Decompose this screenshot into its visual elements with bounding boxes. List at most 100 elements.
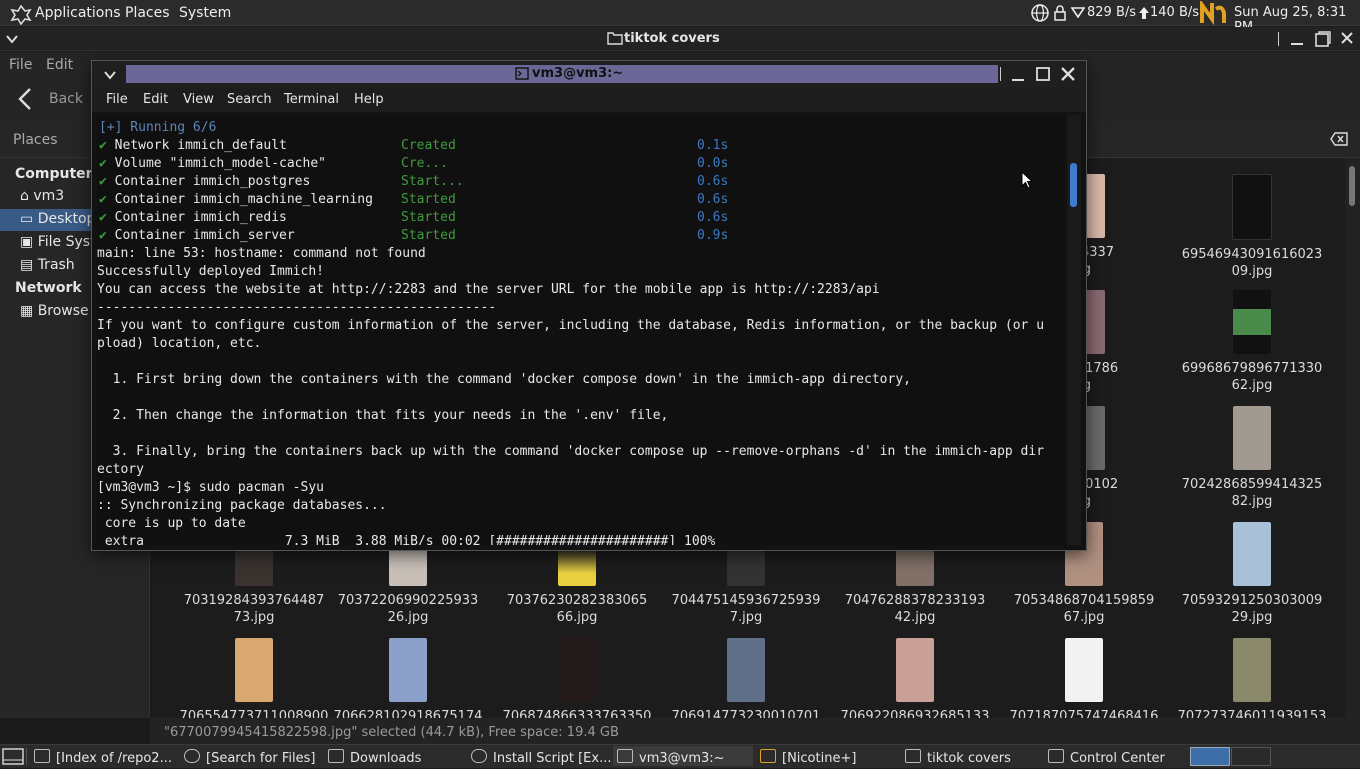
task-install-script[interactable]: Install Script [Ex...	[471, 749, 611, 766]
output-line: ----------------------------------------…	[97, 300, 497, 315]
fm-menu-file[interactable]: File	[9, 57, 32, 73]
term-menu-search[interactable]: Search	[227, 92, 272, 107]
back-button[interactable]: Back	[49, 91, 83, 107]
file-item[interactable]: 70593291250303009 29.jpg	[1167, 522, 1337, 626]
file-name: 69546943091616023 09.jpg	[1181, 247, 1323, 279]
container-line: ✔ Container immich_redis	[99, 210, 287, 225]
net-up-rate: 140 B/s	[1150, 5, 1200, 20]
task-terminal[interactable]: vm3@vm3:~	[613, 746, 753, 766]
maximize-icon[interactable]	[1315, 31, 1331, 51]
nicotine-tray-icon[interactable]	[1200, 0, 1228, 29]
close-icon[interactable]	[1340, 31, 1354, 49]
terminal-titlebar[interactable]: vm3@vm3:~	[92, 61, 1086, 87]
terminal-scrollbar[interactable]	[1067, 115, 1081, 545]
minimize-icon[interactable]	[1290, 32, 1304, 50]
task-search-for-files[interactable]: [Search for Files]	[184, 749, 315, 766]
output-line: main: line 53: hostname: command not fou…	[97, 246, 426, 261]
clear-location-icon[interactable]	[1330, 132, 1348, 150]
file-thumbnail	[896, 638, 934, 702]
task-tiktok-covers[interactable]: tiktok covers	[905, 749, 1011, 766]
sidebar-item-label: vm3	[33, 188, 65, 204]
upload-arrow-icon	[1138, 6, 1150, 24]
top-panel: Applications Places System 829 B/s 140 B…	[0, 0, 1360, 35]
app-icon	[471, 749, 487, 763]
show-desktop-icon[interactable]	[2, 748, 24, 769]
file-thumbnail	[727, 638, 765, 702]
fm-menu-edit[interactable]: Edit	[46, 57, 73, 73]
file-item[interactable]: 69968679896771330 62.jpg	[1167, 290, 1337, 394]
minimize-icon[interactable]	[1011, 68, 1025, 86]
menu-system[interactable]: System	[179, 5, 231, 21]
file-grid-scrollbar[interactable]	[1345, 158, 1360, 718]
file-item[interactable]: 707273746011939153	[1167, 638, 1337, 718]
output-line: 3. Finally, bring the containers back up…	[97, 444, 1045, 459]
folder-icon	[607, 31, 623, 49]
maximize-icon[interactable]	[1036, 67, 1050, 85]
file-name: 704475145936725939 7.jpg	[671, 593, 821, 625]
control-center-icon	[1048, 749, 1064, 763]
output-line: ectory	[97, 462, 144, 477]
term-menu-file[interactable]: File	[106, 92, 128, 107]
file-manager-titlebar[interactable]: tiktok covers	[0, 27, 1360, 51]
file-item[interactable]: 706914773230010701	[661, 638, 831, 718]
drive-icon: ▣	[20, 234, 34, 250]
terminal-window[interactable]: vm3@vm3:~ File Edit View Search Terminal…	[91, 60, 1087, 551]
taskbar: [Index of /repo2... [Search for Files] D…	[0, 744, 1360, 768]
file-item[interactable]: 706874866333763350	[492, 638, 662, 718]
file-item[interactable]: 70242868599414325 82.jpg	[1167, 406, 1337, 510]
window-menu-chevron-icon[interactable]	[104, 69, 116, 84]
file-item[interactable]: 706628102918675174	[323, 638, 493, 718]
workspace-2[interactable]	[1231, 747, 1271, 766]
wifi-icon[interactable]	[1070, 6, 1086, 22]
task-downloads[interactable]: Downloads	[328, 749, 421, 766]
task-control-center[interactable]: Control Center	[1048, 749, 1165, 766]
file-thumbnail	[389, 638, 427, 702]
file-thumbnail	[1233, 638, 1271, 702]
container-status: Created	[401, 138, 456, 153]
container-status: Cre...	[401, 156, 448, 171]
file-thumbnail	[1233, 406, 1271, 470]
output-line: :: Synchronizing package databases...	[97, 498, 387, 513]
container-time: 0.6s	[697, 174, 729, 189]
distro-logo-icon[interactable]	[10, 4, 32, 29]
container-line: ✔ Container immich_machine_learning	[99, 192, 373, 207]
file-name: 70319284393764487 73.jpg	[183, 593, 325, 625]
file-item[interactable]: 69546943091616023 09.jpg	[1167, 174, 1337, 280]
output-line: If you want to configure custom informat…	[97, 318, 1045, 333]
term-menu-help[interactable]: Help	[354, 92, 384, 107]
file-thumbnail	[1065, 638, 1103, 702]
places-selector[interactable]: Places	[13, 132, 58, 148]
window-menu-chevron-icon[interactable]	[6, 33, 18, 48]
menu-places[interactable]: Places	[125, 5, 170, 21]
folder-icon	[905, 749, 921, 763]
container-status: Started	[401, 192, 456, 207]
file-thumbnail	[1232, 174, 1272, 240]
trash-icon: ▤	[20, 257, 34, 273]
file-item[interactable]: 706554773711008900	[169, 638, 339, 718]
workspace-1[interactable]	[1190, 747, 1230, 766]
network-globe-icon[interactable]	[1030, 3, 1050, 27]
term-menu-terminal[interactable]: Terminal	[284, 92, 339, 107]
scrollbar-thumb[interactable]	[1070, 163, 1077, 207]
network-icon: ▦	[20, 303, 34, 319]
file-thumbnail	[235, 638, 273, 702]
output-line: Successfully deployed Immich!	[97, 264, 324, 279]
terminal-output[interactable]: [+] Running 6/6 ✔ Network immich_default…	[97, 115, 1065, 545]
file-item[interactable]: 706922086932685133	[830, 638, 1000, 718]
taskbar-separator	[26, 748, 27, 765]
file-item[interactable]: 707187075747468416	[999, 638, 1169, 718]
status-bar: "6770079945415822598.jpg" selected (44.7…	[150, 718, 1360, 744]
scrollbar-thumb[interactable]	[1349, 166, 1355, 206]
file-name: 706922086932685133	[840, 709, 990, 718]
file-thumbnail	[558, 638, 596, 702]
lock-icon[interactable]	[1053, 4, 1067, 26]
task-nicotine[interactable]: [Nicotine+]	[760, 749, 856, 766]
task-index-of-repo2[interactable]: [Index of /repo2...	[34, 749, 172, 766]
close-icon[interactable]	[1061, 67, 1075, 85]
term-menu-edit[interactable]: Edit	[143, 92, 168, 107]
term-menu-view[interactable]: View	[183, 92, 214, 107]
container-time: 0.0s	[697, 156, 729, 171]
menu-applications[interactable]: Applications	[35, 5, 121, 21]
file-thumbnail	[1233, 290, 1271, 354]
back-arrow-icon[interactable]	[16, 87, 34, 115]
